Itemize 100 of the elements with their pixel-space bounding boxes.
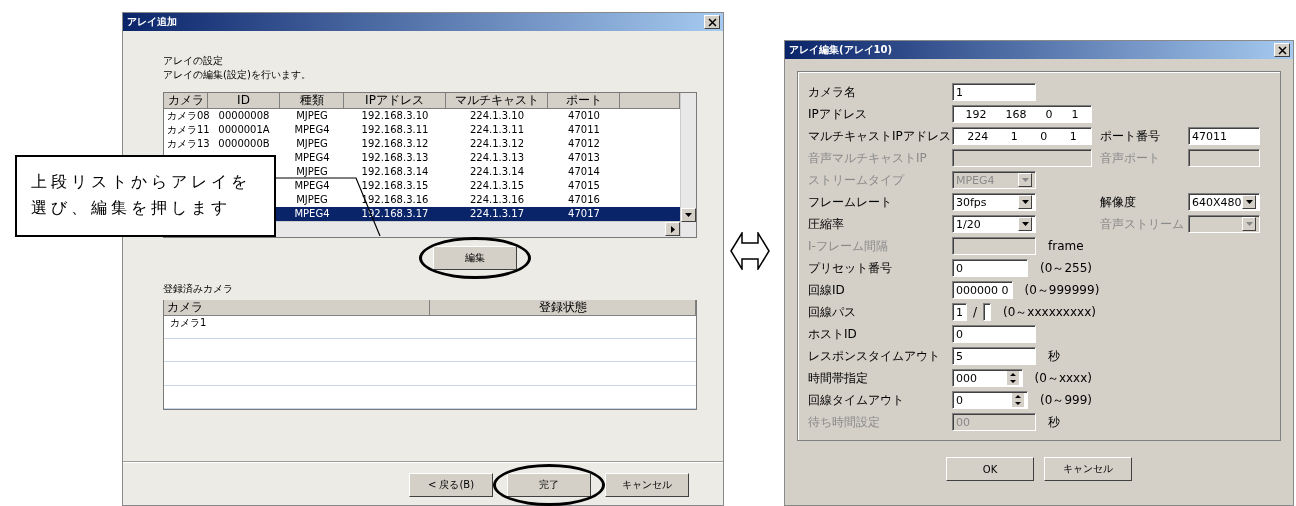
table-cell-text: 47013	[567, 151, 601, 165]
table-cell-text: カメラ08	[166, 109, 208, 123]
arrow-right-icon	[670, 225, 675, 233]
text-field[interactable]: 000000 0	[952, 281, 1013, 299]
callout-tooltip: 上段リストからアレイを選び、編集を押します	[15, 155, 276, 237]
field-label: カメラ名	[808, 83, 857, 101]
field-label: IPアドレス	[808, 105, 868, 123]
arrow-down-icon	[685, 213, 692, 217]
table-cell-text: 0000001A	[217, 123, 271, 137]
column-header[interactable]: 登録状態	[430, 300, 696, 316]
field-label: レスポンスタイムアウト	[808, 347, 941, 365]
hint-text: (0～999999)	[1024, 281, 1100, 299]
table-cell-text: 224.1.3.10	[468, 109, 526, 123]
field-label: ホストID	[808, 325, 858, 343]
spinner-icon	[1012, 393, 1025, 407]
column-header[interactable]: カメラ	[164, 300, 430, 316]
hint-text: 秒	[1048, 413, 1060, 431]
dropdown-button[interactable]	[1018, 217, 1032, 231]
column-header[interactable]: ポート	[548, 93, 620, 109]
text-field[interactable]: 0	[952, 325, 1036, 343]
dialog-button[interactable]: キャンセル	[605, 473, 689, 497]
field-label: ポート番号	[1100, 127, 1161, 145]
dialog-button[interactable]: OK	[946, 457, 1034, 481]
table-row[interactable]: カメラ13 0000000B MJPEG 192.168.3.12 224.1.3.12 47012	[164, 137, 680, 151]
table-cell-text: 192.168.3.14	[360, 165, 430, 179]
field-label: 時間帯指定	[808, 369, 869, 387]
column-header[interactable]: 種類	[280, 93, 344, 109]
ip-address-field[interactable]: 192 168 0 1	[952, 105, 1092, 123]
dropdown-field[interactable]: 640X480	[1188, 193, 1260, 211]
double-arrow-icon	[730, 232, 770, 270]
field-label: 回線タイムアウト	[808, 391, 905, 409]
dropdown-button[interactable]	[1242, 195, 1256, 209]
dialog-button[interactable]: 完了	[507, 473, 591, 497]
hint-text: (0～255)	[1040, 259, 1092, 277]
table-cell-text: 47015	[567, 179, 601, 193]
vertical-scrollbar[interactable]	[680, 93, 696, 237]
table-cell-text: MJPEG	[295, 165, 329, 179]
column-header[interactable]: IPアドレス	[344, 93, 446, 109]
table-cell-text: 192.168.3.12	[360, 137, 430, 151]
hint-text: (0～999)	[1040, 391, 1092, 409]
column-header[interactable]: ID	[208, 93, 280, 109]
caret-icon	[1021, 178, 1029, 182]
close-button[interactable]	[704, 15, 720, 29]
field-label: マルチキャストIPアドレス	[808, 127, 952, 145]
text-field[interactable]: 1	[952, 303, 967, 321]
dialog-button[interactable]: < 戻る(B)	[409, 473, 493, 497]
hint-text: 秒	[1048, 347, 1060, 365]
field-label: プリセット番号	[808, 259, 893, 277]
text-field[interactable]: 5	[952, 347, 1036, 365]
table-cell-text: 0000000B	[217, 137, 271, 151]
caret-icon	[1021, 222, 1029, 226]
table-cell-text: MPEG4	[293, 123, 331, 137]
table-cell-text: MJPEG	[295, 193, 329, 207]
field-label: 圧縮率	[808, 215, 845, 233]
table-cell-text: 47017	[567, 207, 601, 221]
text-field[interactable]: 1	[952, 83, 1036, 101]
column-header[interactable]: カメラ	[164, 93, 208, 109]
table-cell-text: MJPEG	[295, 137, 329, 151]
table-cell-text: カメラ11	[166, 123, 208, 137]
field-label: 音声ストリーム	[1100, 215, 1185, 233]
spin-field[interactable]: 0	[952, 391, 1029, 409]
table-cell-text: MJPEG	[295, 109, 329, 123]
field-label: 回線ID	[808, 281, 846, 299]
table-cell-text: 192.168.3.15	[360, 179, 430, 193]
field-label: 待ち時間設定	[808, 413, 881, 431]
table-cell-text: 47014	[567, 165, 601, 179]
dropdown-field[interactable]: 30fps	[952, 193, 1036, 211]
table-row[interactable]: カメラ08 00000008 MJPEG 192.168.3.10 224.1.3.10 47010	[164, 109, 680, 123]
ip-address-field[interactable]: 224 1 0 1	[952, 127, 1092, 145]
table-cell-text: 224.1.3.17	[468, 207, 526, 221]
table-cell-text: 47012	[567, 137, 601, 151]
text-field[interactable]: 0	[952, 259, 1029, 277]
dialog-button[interactable]: キャンセル	[1044, 457, 1132, 481]
caret-icon	[1245, 222, 1253, 226]
table-cell-text: 224.1.3.15	[468, 179, 526, 193]
table-cell-text: 192.168.3.17	[360, 207, 430, 221]
spin-field[interactable]: 000	[952, 369, 1023, 387]
field-label: 解像度	[1100, 193, 1137, 211]
table-cell-text: 224.1.3.14	[468, 165, 526, 179]
dropdown-field[interactable]: 1/20	[952, 215, 1036, 233]
text-field[interactable]: 47011	[1188, 127, 1260, 145]
text-field[interactable]	[983, 303, 992, 321]
description-text: アレイの編集(設定)を行います。	[163, 68, 312, 82]
table-cell-text: 47011	[567, 123, 601, 137]
edit-button[interactable]: 編集	[433, 246, 517, 270]
table-cell-text: 224.1.3.12	[468, 137, 526, 151]
column-header[interactable]: マルチキャスト	[446, 93, 548, 109]
table-row[interactable]: カメラ11 0000001A MPEG4 192.168.3.11 224.1.3.11 47011	[164, 123, 680, 137]
dropdown-button[interactable]	[1018, 195, 1032, 209]
close-button[interactable]	[1274, 43, 1290, 57]
table-cell-text: MPEG4	[293, 151, 331, 165]
section-label: 登録済みカメラ	[163, 282, 234, 296]
table-cell-text: 192.168.3.13	[360, 151, 430, 165]
field-label: I-フレーム間隔	[808, 237, 889, 255]
caret-icon	[1245, 200, 1253, 204]
table-cell-text: 47010	[567, 109, 601, 123]
table-cell-text: カメラ13	[166, 137, 208, 151]
hint-text: frame	[1048, 239, 1084, 253]
window-title: アレイ追加	[127, 15, 177, 29]
table-cell-text: 192.168.3.11	[360, 123, 430, 137]
